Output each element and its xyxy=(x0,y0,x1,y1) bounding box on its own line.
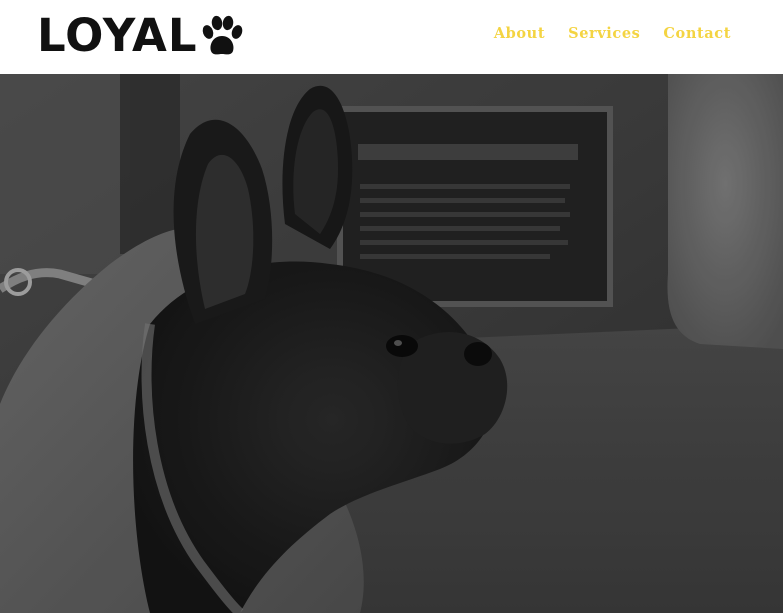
nav-services[interactable]: Services xyxy=(568,25,640,42)
nav-contact[interactable]: Contact xyxy=(663,25,731,42)
nav-about[interactable]: About xyxy=(494,25,545,42)
hero-photo xyxy=(0,74,783,613)
main-nav: About Services Contact xyxy=(494,25,731,42)
hero-image xyxy=(0,74,783,613)
paw-icon xyxy=(202,15,242,55)
logo[interactable]: LOYAL xyxy=(37,13,244,59)
site-header: LOYAL About Services Contact xyxy=(0,0,783,74)
logo-text: LOYAL xyxy=(37,9,198,62)
